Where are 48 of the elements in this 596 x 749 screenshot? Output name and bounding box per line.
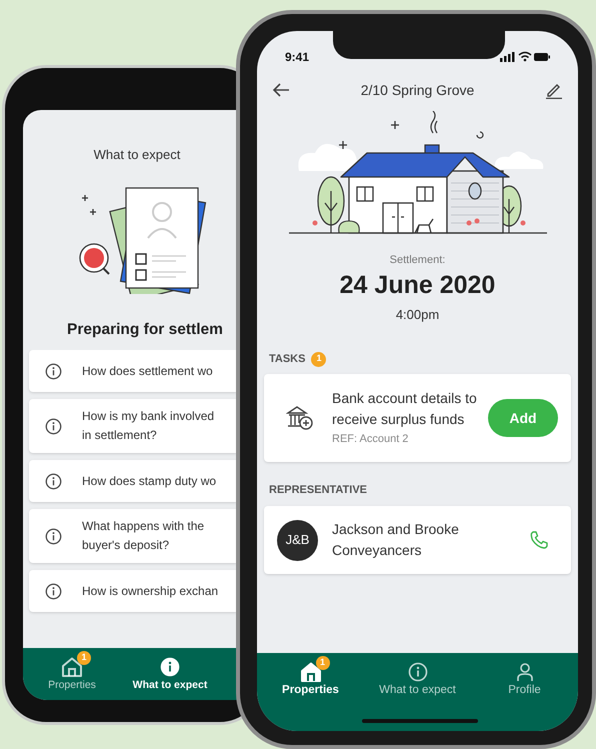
question-card[interactable]: How is ownership exchan	[29, 570, 237, 612]
back-arrow-icon	[272, 83, 290, 97]
representative-name: Jackson and Brooke Conveyancers	[332, 520, 460, 560]
home-icon	[300, 662, 322, 682]
status-icons	[500, 51, 550, 62]
tab[interactable]: Profile	[474, 654, 574, 698]
person-icon	[514, 662, 534, 682]
info-icon	[160, 657, 180, 677]
question-card[interactable]: How does stamp duty wo	[29, 460, 237, 502]
tab[interactable]: 1 Properties	[260, 654, 360, 698]
avatar: J&B	[277, 520, 318, 560]
count-badge: 1	[311, 352, 326, 366]
section-heading: TASKS	[269, 352, 306, 367]
info-icon	[45, 528, 62, 544]
screen-heading: Preparing for settlem	[67, 320, 224, 340]
info-icon	[45, 418, 62, 434]
back-button[interactable]	[272, 83, 290, 97]
question-card[interactable]: How is my bank involved in settlement?	[29, 399, 237, 453]
home-icon	[61, 657, 83, 677]
screen-title: 2/10 Spring Grove	[360, 80, 474, 100]
question-text: How is ownership exchan	[82, 582, 220, 600]
info-icon	[45, 472, 62, 490]
question-text: How is my bank involved in settlement?	[82, 408, 216, 444]
task-ref: REF: Account 2	[332, 432, 410, 448]
task-title: Bank account details to receive surplus funds	[332, 389, 478, 430]
status-time: 9:41	[285, 48, 310, 66]
tab[interactable]: What to expect	[368, 654, 468, 698]
question-text: How does settlement wo	[82, 362, 214, 380]
section-heading: REPRESENTATIVE	[268, 483, 368, 498]
question-card[interactable]: How does settlement wo	[29, 350, 237, 392]
bank-add-icon	[286, 405, 314, 431]
phone-icon	[529, 530, 549, 550]
tab[interactable]: 1 Properties	[23, 649, 121, 692]
question-card[interactable]: What happens with the buyer's deposit?	[29, 509, 237, 563]
settlement-date: 24 June 2020	[338, 270, 496, 300]
info-icon	[408, 662, 428, 682]
call-button[interactable]	[529, 530, 549, 550]
question-text: What happens with the buyer's deposit?	[82, 518, 206, 554]
question-text: How does stamp duty wo	[82, 472, 218, 490]
settlement-time: 4:00pm	[394, 306, 440, 324]
badge: 1	[316, 656, 330, 670]
badge: 1	[77, 651, 91, 665]
screen-title: What to expect	[92, 146, 182, 164]
info-icon	[45, 362, 62, 380]
representative-card[interactable]: J&B Jackson and Brooke Conveyancers	[264, 506, 571, 574]
info-icon	[45, 582, 62, 600]
settlement-label: Settlement:	[388, 253, 446, 268]
tab[interactable]: What to expect	[121, 649, 219, 692]
